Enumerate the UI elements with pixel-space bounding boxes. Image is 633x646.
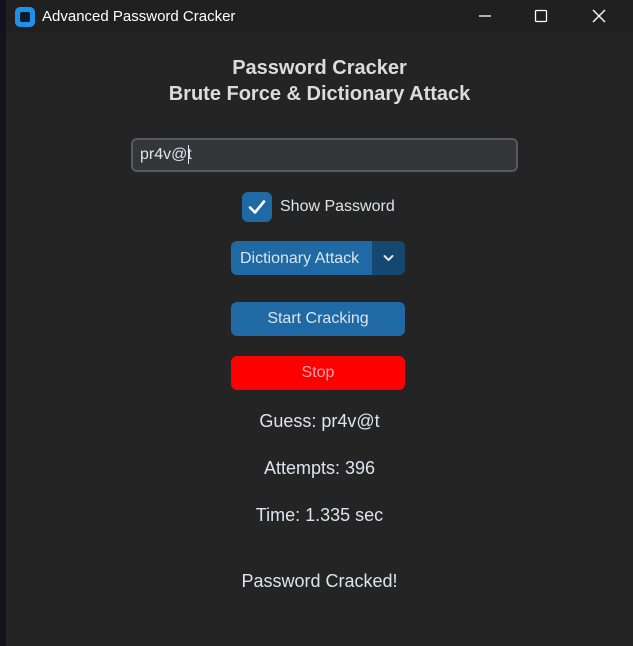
- minimize-button[interactable]: [457, 0, 515, 33]
- close-icon: [592, 9, 606, 23]
- app-heading-subtitle: Brute Force & Dictionary Attack: [168, 83, 471, 105]
- app-logo-icon: [15, 7, 35, 27]
- chevron-down-icon: [383, 255, 394, 261]
- attempts-label: Attempts: 396: [263, 458, 376, 478]
- checkmark-icon: [248, 200, 266, 214]
- password-input[interactable]: [131, 138, 518, 172]
- maximize-button[interactable]: [513, 0, 571, 33]
- show-password-checkbox[interactable]: [242, 192, 272, 222]
- close-button[interactable]: [571, 0, 629, 33]
- stop-button[interactable]: Stop: [231, 356, 405, 390]
- app-window: Advanced Password Cracker Password Crack…: [6, 0, 633, 646]
- maximize-icon: [534, 9, 548, 23]
- minimize-icon: [479, 15, 491, 17]
- guess-label: Guess: pr4v@t: [259, 411, 380, 431]
- window-title: Advanced Password Cracker: [42, 8, 236, 25]
- status-message: Password Cracked!: [241, 571, 398, 591]
- text-caret: [188, 145, 189, 164]
- start-cracking-button[interactable]: Start Cracking: [231, 302, 405, 336]
- attack-mode-selected: Dictionary Attack: [240, 250, 360, 267]
- dropdown-toggle[interactable]: [372, 241, 405, 275]
- app-heading-title: Password Cracker: [232, 57, 407, 79]
- show-password-label[interactable]: Show Password: [280, 198, 395, 216]
- attack-mode-dropdown[interactable]: Dictionary Attack: [231, 241, 405, 275]
- time-label: Time: 1.335 sec: [255, 505, 384, 525]
- title-bar[interactable]: Advanced Password Cracker: [6, 0, 633, 33]
